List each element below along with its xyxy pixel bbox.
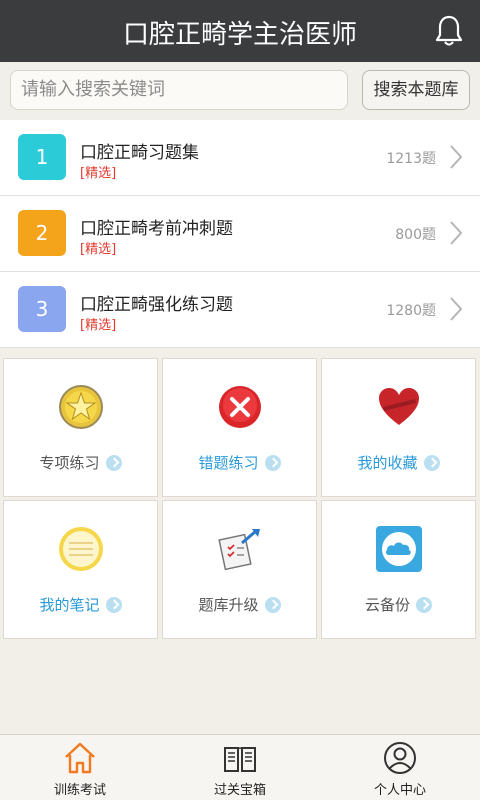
notepad-icon <box>58 527 103 571</box>
tile-cloud-backup[interactable]: 云备份 <box>321 500 476 639</box>
upgrade-doc-icon <box>217 529 260 571</box>
tile-label: 题库升级 <box>163 594 316 615</box>
set-title: 口腔正畸考前冲刺题 <box>80 219 233 239</box>
tile-label: 错题练习 <box>163 452 316 473</box>
tile-label: 专项练习 <box>4 452 157 473</box>
arrow-circle-icon <box>264 596 281 613</box>
arrow-circle-icon <box>423 454 440 471</box>
chevron-right-icon <box>450 221 463 245</box>
error-x-icon <box>218 386 261 428</box>
set-number-badge: 2 <box>18 210 66 256</box>
list-item[interactable]: 1 口腔正畸习题集 [精选] 1213题 <box>0 120 480 196</box>
arrow-circle-icon <box>105 596 122 613</box>
list-item[interactable]: 3 口腔正畸强化练习题 [精选] 1280题 <box>0 272 480 348</box>
tile-upgrade[interactable]: 题库升级 <box>162 500 317 639</box>
bell-icon[interactable] <box>434 14 464 48</box>
question-set-list: 1 口腔正畸习题集 [精选] 1213题 2 口腔正畸考前冲刺题 [精选] 80… <box>0 120 480 348</box>
set-number-badge: 1 <box>18 134 66 180</box>
set-count: 1280题 <box>386 303 436 319</box>
tab-label: 过关宝箱 <box>213 783 266 798</box>
tab-treasure-box[interactable]: 过关宝箱 <box>160 735 320 800</box>
set-title: 口腔正畸强化练习题 <box>80 295 233 315</box>
arrow-circle-icon <box>105 454 122 471</box>
set-count: 1213题 <box>386 151 436 167</box>
tile-label: 云备份 <box>322 594 475 615</box>
user-icon <box>384 742 416 774</box>
tile-notes[interactable]: 我的笔记 <box>3 500 158 639</box>
tab-label: 训练考试 <box>53 783 106 798</box>
tab-personal-center[interactable]: 个人中心 <box>320 735 480 800</box>
tab-training-exam[interactable]: 训练考试 <box>0 735 160 800</box>
top-header: 口腔正畸学主治医师 <box>0 0 480 62</box>
star-badge-icon <box>58 385 103 429</box>
set-tag: [精选] <box>80 242 117 257</box>
chevron-right-icon <box>450 145 463 169</box>
set-count: 800题 <box>395 227 436 243</box>
set-number-badge: 3 <box>18 286 66 332</box>
heart-icon <box>378 388 419 425</box>
tile-special-practice[interactable]: 专项练习 <box>3 358 158 497</box>
search-button[interactable]: 搜索本题库 <box>362 70 470 110</box>
arrow-circle-icon <box>416 596 432 613</box>
page-title: 口腔正畸学主治医师 <box>122 20 357 50</box>
arrow-circle-icon <box>264 454 281 471</box>
set-tag: [精选] <box>80 166 117 181</box>
set-title: 口腔正畸习题集 <box>80 143 199 163</box>
book-icon <box>224 747 256 772</box>
tab-label: 个人中心 <box>373 783 426 798</box>
search-input[interactable]: 请输入搜索关键词 <box>10 70 348 110</box>
chevron-right-icon <box>450 297 463 321</box>
tile-wrong-practice[interactable]: 错题练习 <box>162 358 317 497</box>
home-icon <box>65 742 95 774</box>
cloud-icon <box>375 526 422 572</box>
list-item[interactable]: 2 口腔正畸考前冲刺题 [精选] 800题 <box>0 196 480 272</box>
set-tag: [精选] <box>80 318 117 333</box>
tile-label: 我的收藏 <box>322 452 475 473</box>
tile-label: 我的笔记 <box>4 594 157 615</box>
tile-favorites[interactable]: 我的收藏 <box>321 358 476 497</box>
bottom-tab-bar: 训练考试 过关宝箱 个人中心 <box>0 734 480 800</box>
